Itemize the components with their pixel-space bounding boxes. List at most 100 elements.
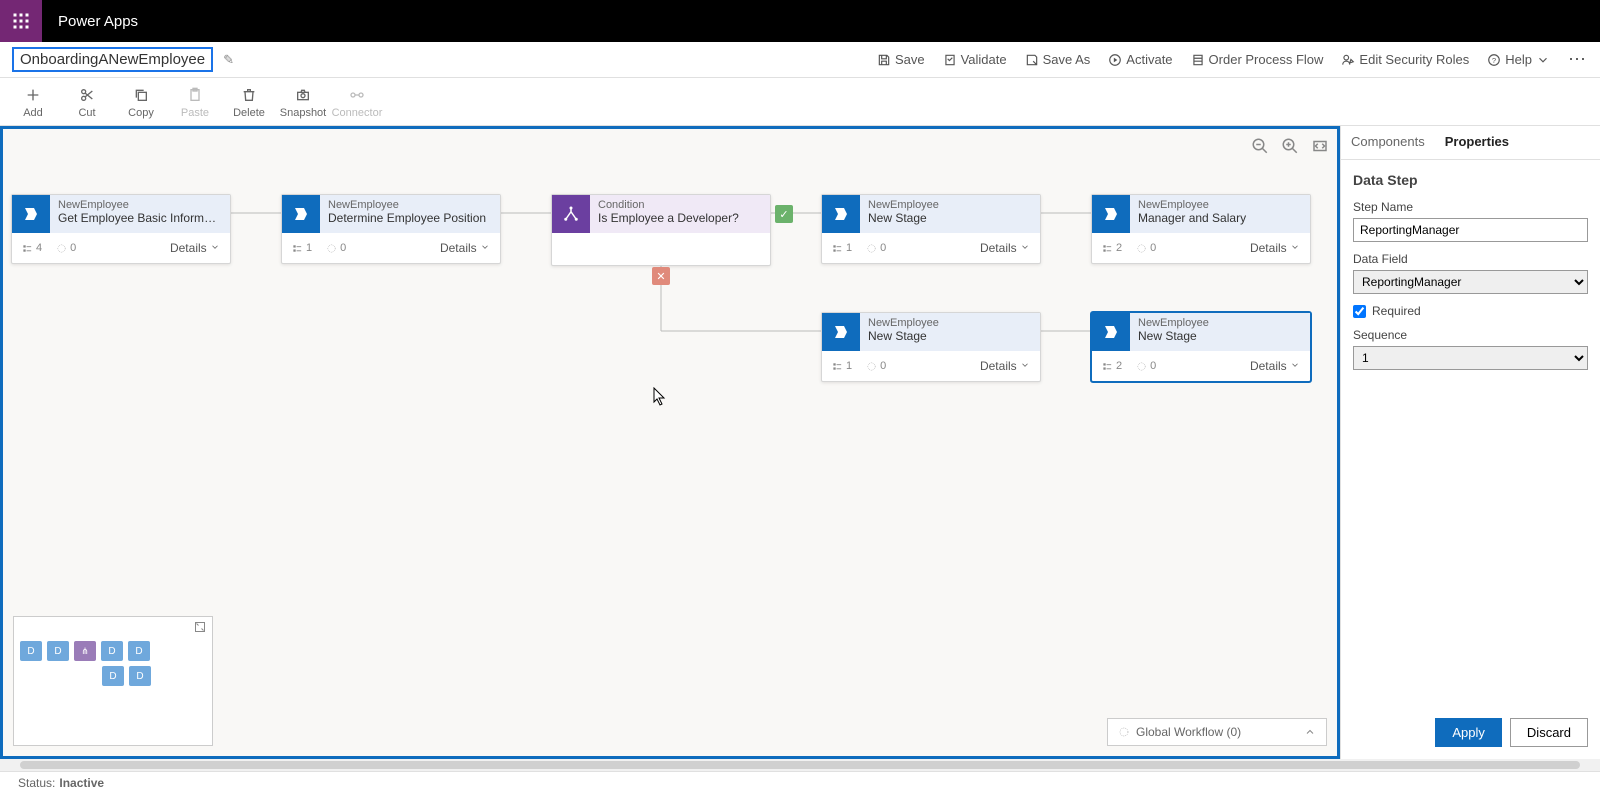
tab-properties[interactable]: Properties bbox=[1435, 126, 1519, 159]
details-toggle[interactable]: Details bbox=[170, 241, 220, 255]
save-button[interactable]: Save bbox=[877, 52, 925, 67]
global-workflow-bar[interactable]: Global Workflow (0) bbox=[1107, 718, 1327, 746]
validate-button[interactable]: Validate bbox=[943, 52, 1007, 67]
stage-icon bbox=[822, 195, 860, 233]
step-name-input[interactable] bbox=[1353, 218, 1588, 242]
activate-button[interactable]: Activate bbox=[1108, 52, 1172, 67]
chevron-down-icon bbox=[480, 242, 490, 252]
stage-node-selected[interactable]: NewEmployeeNew Stage 2 0 Details bbox=[1091, 312, 1311, 382]
details-toggle[interactable]: Details bbox=[440, 241, 490, 255]
steps-icon bbox=[1102, 243, 1113, 254]
status-bar: Status: Inactive bbox=[0, 771, 1600, 793]
edit-toolbar: Add Cut Copy Paste Delete Snapshot Conne… bbox=[0, 78, 1600, 126]
zoom-out-button[interactable] bbox=[1251, 137, 1269, 155]
validate-icon bbox=[943, 53, 957, 67]
apply-button[interactable]: Apply bbox=[1435, 718, 1502, 747]
help-button[interactable]: ?Help bbox=[1487, 52, 1550, 67]
steps-icon bbox=[22, 243, 33, 254]
copy-button[interactable]: Copy bbox=[114, 85, 168, 119]
cut-button[interactable]: Cut bbox=[60, 85, 114, 119]
stage-node[interactable]: NewEmployeeNew Stage 1 0 Details bbox=[821, 194, 1041, 264]
details-toggle[interactable]: Details bbox=[1250, 241, 1300, 255]
chevron-down-icon bbox=[1290, 242, 1300, 252]
activate-icon bbox=[1108, 53, 1122, 67]
stage-icon bbox=[282, 195, 320, 233]
yes-badge: ✓ bbox=[775, 205, 793, 223]
paste-icon bbox=[187, 87, 203, 103]
steps-icon bbox=[1102, 361, 1113, 372]
edit-roles-button[interactable]: Edit Security Roles bbox=[1341, 52, 1469, 67]
add-button[interactable]: Add bbox=[6, 85, 60, 119]
steps-icon bbox=[832, 243, 843, 254]
properties-panel: Components Properties Data Step Step Nam… bbox=[1340, 126, 1600, 759]
scissors-icon bbox=[79, 87, 95, 103]
chevron-up-icon bbox=[1304, 726, 1316, 738]
svg-text:?: ? bbox=[1492, 55, 1496, 64]
no-badge: ✕ bbox=[652, 267, 670, 285]
minimap[interactable]: D D ⋔ D D D D bbox=[13, 616, 213, 746]
triggers-icon bbox=[56, 243, 67, 254]
app-header: Power Apps bbox=[0, 0, 1600, 42]
horizontal-scrollbar[interactable] bbox=[0, 759, 1600, 771]
details-toggle[interactable]: Details bbox=[980, 241, 1030, 255]
save-icon bbox=[877, 53, 891, 67]
sequence-label: Sequence bbox=[1353, 328, 1588, 342]
zoom-out-icon bbox=[1251, 137, 1269, 155]
more-commands[interactable]: ⋯ bbox=[1568, 49, 1588, 70]
triggers-icon bbox=[866, 361, 877, 372]
chevron-down-icon bbox=[210, 242, 220, 252]
condition-icon bbox=[552, 195, 590, 233]
trash-icon bbox=[241, 87, 257, 103]
chevron-down-icon bbox=[1020, 242, 1030, 252]
triggers-icon bbox=[1136, 361, 1147, 372]
data-field-select[interactable]: ReportingManager bbox=[1353, 270, 1588, 294]
required-checkbox[interactable] bbox=[1353, 305, 1366, 318]
chevron-down-icon bbox=[1536, 53, 1550, 67]
details-toggle[interactable]: Details bbox=[980, 359, 1030, 373]
cursor-icon bbox=[653, 387, 667, 407]
plus-icon bbox=[25, 87, 41, 103]
required-label: Required bbox=[1372, 304, 1421, 318]
snapshot-button[interactable]: Snapshot bbox=[276, 85, 330, 119]
chevron-down-icon bbox=[1290, 360, 1300, 370]
fit-button[interactable] bbox=[1311, 137, 1329, 155]
triggers-icon bbox=[1136, 243, 1147, 254]
waffle-menu[interactable] bbox=[0, 0, 42, 42]
designer-canvas[interactable]: NewEmployeeGet Employee Basic Informatio… bbox=[0, 126, 1340, 759]
stage-icon bbox=[1092, 195, 1130, 233]
expand-icon[interactable] bbox=[194, 621, 206, 633]
waffle-icon bbox=[12, 12, 30, 30]
step-name-label: Step Name bbox=[1353, 200, 1588, 214]
chevron-down-icon bbox=[1020, 360, 1030, 370]
order-icon bbox=[1191, 53, 1205, 67]
stage-node[interactable]: NewEmployeeDetermine Employee Position 1… bbox=[281, 194, 501, 264]
save-as-button[interactable]: Save As bbox=[1025, 52, 1091, 67]
stage-icon bbox=[12, 195, 50, 233]
connector-icon bbox=[349, 87, 365, 103]
flow-name[interactable]: OnboardingANewEmployee bbox=[12, 47, 213, 72]
app-title: Power Apps bbox=[42, 13, 154, 30]
steps-icon bbox=[292, 243, 303, 254]
stage-node[interactable]: NewEmployeeGet Employee Basic Informatio… bbox=[11, 194, 231, 264]
condition-node[interactable]: ConditionIs Employee a Developer? bbox=[551, 194, 771, 266]
sequence-select[interactable]: 1 bbox=[1353, 346, 1588, 370]
order-process-button[interactable]: Order Process Flow bbox=[1191, 52, 1324, 67]
panel-heading: Data Step bbox=[1353, 172, 1588, 188]
edit-name-icon[interactable]: ✎ bbox=[223, 52, 234, 68]
tab-components[interactable]: Components bbox=[1341, 126, 1435, 159]
details-toggle[interactable]: Details bbox=[1250, 359, 1300, 373]
stage-node[interactable]: NewEmployeeNew Stage 1 0 Details bbox=[821, 312, 1041, 382]
help-icon: ? bbox=[1487, 53, 1501, 67]
workflow-icon bbox=[1118, 726, 1130, 738]
paste-button: Paste bbox=[168, 85, 222, 119]
save-as-icon bbox=[1025, 53, 1039, 67]
delete-button[interactable]: Delete bbox=[222, 85, 276, 119]
zoom-in-button[interactable] bbox=[1281, 137, 1299, 155]
copy-icon bbox=[133, 87, 149, 103]
discard-button[interactable]: Discard bbox=[1510, 718, 1588, 747]
camera-icon bbox=[295, 87, 311, 103]
fit-icon bbox=[1311, 137, 1329, 155]
stage-icon bbox=[822, 313, 860, 351]
data-field-label: Data Field bbox=[1353, 252, 1588, 266]
stage-node[interactable]: NewEmployeeManager and Salary 2 0 Detail… bbox=[1091, 194, 1311, 264]
